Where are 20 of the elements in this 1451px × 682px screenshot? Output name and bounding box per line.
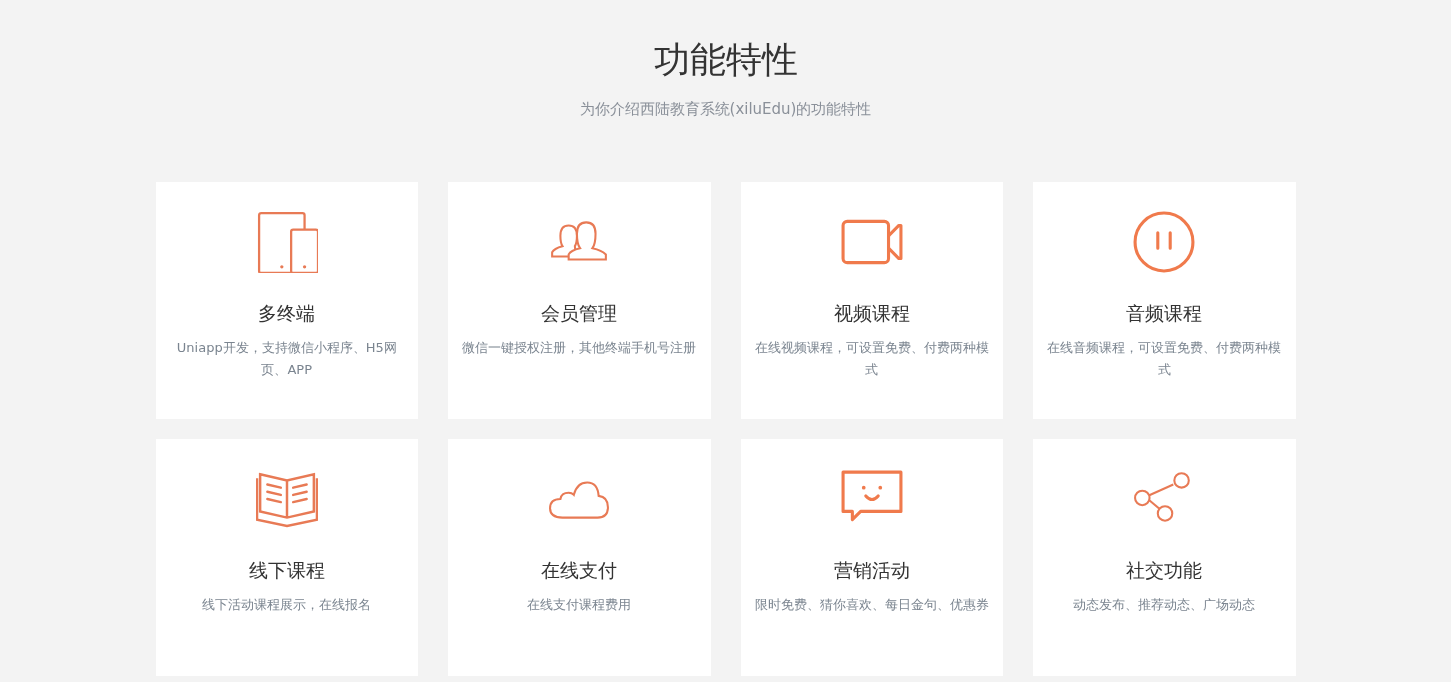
feature-title: 多终端	[257, 301, 317, 325]
feature-title: 在线支付	[540, 558, 619, 582]
pause-circle-icon	[1133, 211, 1196, 273]
section-title: 功能特性	[652, 38, 799, 82]
section-subtitle: 为你介绍西陆教育系统(xiluEdu)的功能特性	[578, 99, 873, 119]
tablet-and-phone-icon	[255, 211, 318, 273]
feature-description: 线下活动课程展示，在线报名	[201, 596, 373, 614]
feature-description: Uniapp开发，支持微信小程序、H5网页、APP	[175, 339, 398, 379]
feature-description: 限时免费、猜你喜欢、每日金句、优惠券	[753, 596, 990, 614]
feature-title: 会员管理	[540, 301, 619, 325]
feature-title: 线下课程	[247, 558, 326, 582]
feature-description: 在线支付课程费用	[526, 596, 633, 614]
feature-title: 视频课程	[832, 301, 911, 325]
feature-description: 动态发布、推荐动态、广场动态	[1072, 596, 1257, 614]
feature-title: 营销活动	[832, 558, 911, 582]
feature-title: 音频课程	[1125, 301, 1204, 325]
feature-description: 在线视频课程，可设置免费、付费两种模式	[753, 339, 990, 379]
feature-title: 社交功能	[1125, 558, 1204, 582]
feature-description: 微信一键授权注册，其他终端手机号注册	[461, 339, 698, 357]
feature-description: 在线音频课程，可设置免费、付费两种模式	[1046, 339, 1283, 379]
